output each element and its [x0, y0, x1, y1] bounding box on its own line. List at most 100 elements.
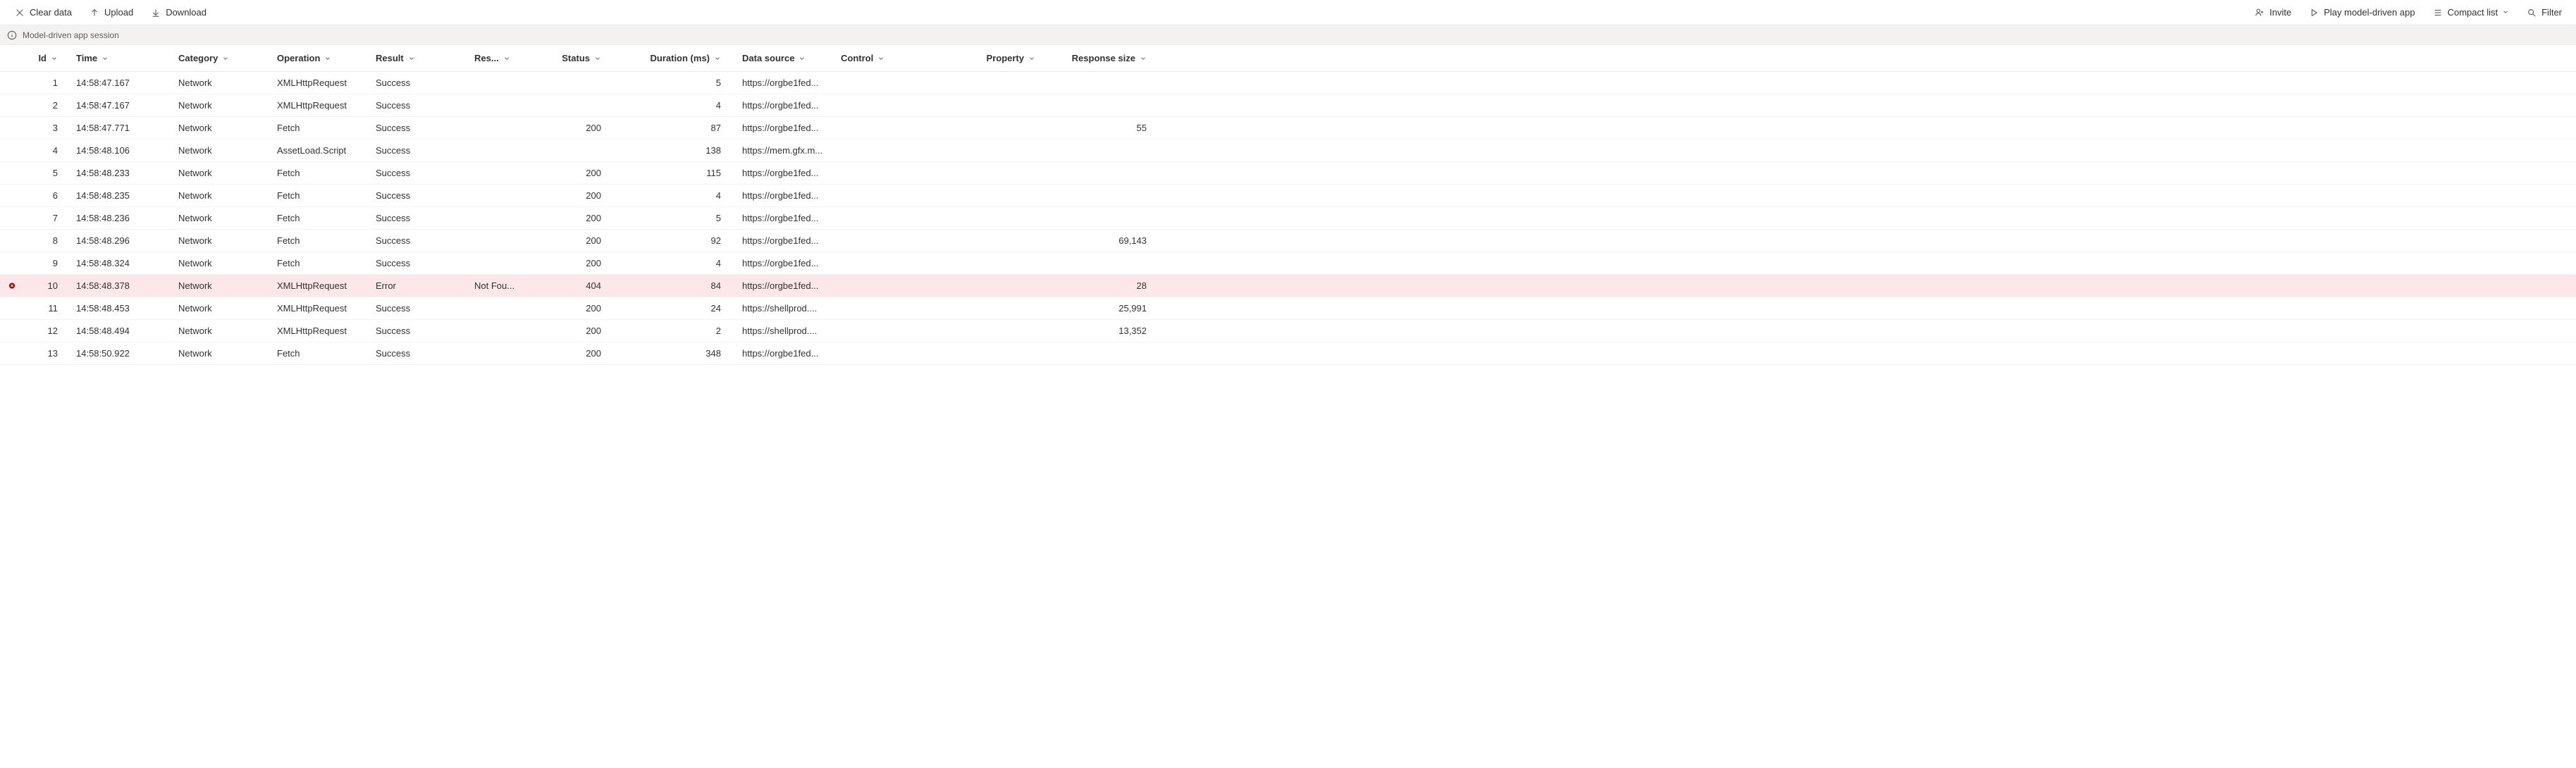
cell-duration: 5: [617, 78, 737, 88]
column-header-duration[interactable]: Duration (ms): [617, 53, 737, 63]
chevron-down-icon: [594, 55, 601, 62]
cell-category: Network: [173, 213, 271, 223]
cell-value: 2: [716, 326, 721, 336]
cell-status: 200: [532, 123, 617, 133]
cell-duration: 348: [617, 348, 737, 359]
upload-button[interactable]: Upload: [82, 4, 140, 21]
cell-operation: XMLHttpRequest: [271, 78, 370, 88]
toolbar-left: Clear dataUploadDownload: [7, 4, 214, 21]
column-header-category[interactable]: Category: [173, 53, 271, 63]
column-header-time[interactable]: Time: [70, 53, 173, 63]
cell-dataSource: https://orgbe1fed...: [737, 123, 835, 133]
table-row[interactable]: 1214:58:48.494NetworkXMLHttpRequestSucce…: [0, 320, 2576, 342]
cell-value: 14:58:47.167: [76, 78, 130, 88]
chevron-down-icon: [324, 55, 331, 62]
download-button[interactable]: Download: [143, 4, 214, 21]
cell-category: Network: [173, 100, 271, 111]
cell-value: Success: [376, 190, 410, 201]
chevron-down-icon: [1028, 55, 1035, 62]
play-button[interactable]: Play model-driven app: [2301, 4, 2422, 21]
table-row[interactable]: 614:58:48.235NetworkFetchSuccess2004http…: [0, 185, 2576, 207]
cell-duration: 4: [617, 258, 737, 268]
cell-value: Success: [376, 123, 410, 133]
row-status-icon-cell: [0, 281, 21, 290]
cell-value: 87: [711, 123, 721, 133]
cell-respSize: 25,991: [1054, 303, 1159, 314]
column-header-label: Category: [178, 53, 218, 63]
cell-value: 348: [705, 348, 721, 359]
cell-value: https://orgbe1fed...: [742, 168, 818, 178]
column-header-label: Duration (ms): [651, 53, 710, 63]
column-header-dataSource[interactable]: Data source: [737, 53, 835, 63]
cell-id: 2: [21, 100, 70, 111]
results-grid: IdTime Category OperationResultRes...Statu…: [0, 45, 2576, 365]
table-row[interactable]: 414:58:48.106NetworkAssetLoad.ScriptSucc…: [0, 140, 2576, 162]
table-row[interactable]: 214:58:47.167NetworkXMLHttpRequestSucces…: [0, 94, 2576, 117]
cell-value: 9: [53, 258, 58, 268]
table-row[interactable]: 1014:58:48.378NetworkXMLHttpRequestError…: [0, 275, 2576, 297]
column-header-result[interactable]: Result: [370, 53, 469, 63]
table-row[interactable]: 514:58:48.233NetworkFetchSuccess200115ht…: [0, 162, 2576, 185]
table-row[interactable]: 814:58:48.296NetworkFetchSuccess20092htt…: [0, 230, 2576, 252]
cell-category: Network: [173, 235, 271, 246]
error-icon: [8, 281, 16, 290]
chevron-down-icon: [101, 55, 109, 62]
cell-id: 11: [21, 303, 70, 314]
column-header-respSize[interactable]: Response size: [1054, 53, 1159, 63]
cell-value: 5: [716, 78, 721, 88]
cell-dataSource: https://orgbe1fed...: [737, 348, 835, 359]
table-row[interactable]: 1114:58:48.453NetworkXMLHttpRequestSucce…: [0, 297, 2576, 320]
cell-value: 10: [48, 280, 58, 291]
cell-value: 4: [716, 100, 721, 111]
cell-value: Error: [376, 280, 396, 291]
cell-value: 14:58:48.106: [76, 145, 130, 156]
cell-result: Success: [370, 190, 469, 201]
cell-value: 138: [705, 145, 721, 156]
table-row[interactable]: 114:58:47.167NetworkXMLHttpRequestSucces…: [0, 72, 2576, 94]
cell-value: XMLHttpRequest: [277, 303, 347, 314]
cell-value: Fetch: [277, 168, 300, 178]
column-header-operation[interactable]: Operation: [271, 53, 370, 63]
chevron-down-icon: [222, 55, 229, 62]
cell-value: Success: [376, 348, 410, 359]
cell-category: Network: [173, 78, 271, 88]
cell-id: 8: [21, 235, 70, 246]
cell-operation: AssetLoad.Script: [271, 145, 370, 156]
filter-button[interactable]: Filter: [2519, 4, 2569, 21]
cell-id: 10: [21, 280, 70, 291]
column-header-status[interactable]: Status: [532, 53, 617, 63]
table-row[interactable]: 914:58:48.324NetworkFetchSuccess2004http…: [0, 252, 2576, 275]
cell-value: Network: [178, 348, 212, 359]
cell-value: https://shellprod....: [742, 303, 817, 314]
column-header-resmsg[interactable]: Res...: [469, 53, 532, 63]
cell-value: 3: [53, 123, 58, 133]
cell-value: 14:58:48.233: [76, 168, 130, 178]
view-mode-button[interactable]: Compact list: [2425, 4, 2517, 21]
cell-value: 2: [53, 100, 58, 111]
cell-value: 5: [716, 213, 721, 223]
column-header-control[interactable]: Control: [835, 53, 941, 63]
table-row[interactable]: 1314:58:50.922NetworkFetchSuccess200348h…: [0, 342, 2576, 365]
column-header-id[interactable]: Id: [21, 53, 70, 63]
cell-value: Fetch: [277, 235, 300, 246]
cell-value: 14:58:48.378: [76, 280, 130, 291]
clear-data-button[interactable]: Clear data: [7, 4, 79, 21]
invite-button[interactable]: Invite: [2247, 4, 2298, 21]
cell-value: 14:58:47.771: [76, 123, 130, 133]
cell-operation: Fetch: [271, 168, 370, 178]
cell-value: https://shellprod....: [742, 326, 817, 336]
table-row[interactable]: 314:58:47.771NetworkFetchSuccess20087htt…: [0, 117, 2576, 140]
cell-value: 4: [716, 190, 721, 201]
cell-dataSource: https://orgbe1fed...: [737, 280, 835, 291]
cell-value: XMLHttpRequest: [277, 78, 347, 88]
cell-value: 13: [48, 348, 58, 359]
column-header-property[interactable]: Property: [941, 53, 1054, 63]
cell-value: 404: [586, 280, 601, 291]
cell-status: 200: [532, 326, 617, 336]
table-row[interactable]: 714:58:48.236NetworkFetchSuccess2005http…: [0, 207, 2576, 230]
cell-value: https://orgbe1fed...: [742, 213, 818, 223]
cell-operation: XMLHttpRequest: [271, 326, 370, 336]
cell-value: https://orgbe1fed...: [742, 348, 818, 359]
cell-duration: 92: [617, 235, 737, 246]
cell-value: Network: [178, 168, 212, 178]
